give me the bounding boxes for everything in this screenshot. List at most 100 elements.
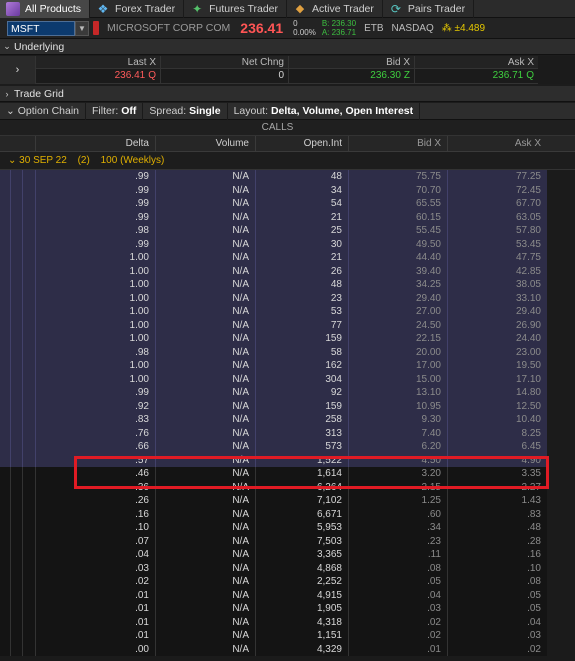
table-row[interactable]: .99 N/A 92 13.10 14.80 bbox=[0, 386, 575, 400]
bid-cell[interactable]: .23 bbox=[348, 534, 447, 548]
ask-cell[interactable]: 67.70 bbox=[447, 197, 547, 211]
bid-cell[interactable]: .03 bbox=[348, 602, 447, 616]
ask-cell[interactable]: .02 bbox=[447, 642, 547, 656]
ask-cell[interactable]: .05 bbox=[447, 602, 547, 616]
table-row[interactable]: .01 N/A 1,905.03.05 bbox=[0, 602, 575, 616]
ask-cell[interactable]: 72.45 bbox=[447, 183, 547, 197]
bid-cell[interactable]: 2.15 bbox=[348, 480, 447, 494]
table-row[interactable]: .83 N/A 258 9.30 10.40 bbox=[0, 413, 575, 427]
table-row[interactable]: .99 N/A 48 75.75 77.25 bbox=[0, 170, 575, 184]
ask-cell[interactable]: .16 bbox=[447, 548, 547, 562]
ask-cell[interactable]: 4.90 bbox=[447, 453, 547, 467]
bid-cell[interactable]: 9.30 bbox=[348, 413, 447, 427]
ask-cell[interactable]: 10.40 bbox=[447, 413, 547, 427]
bid-cell[interactable]: .01 bbox=[348, 642, 447, 656]
table-row[interactable]: 1.00 N/A 162 17.00 19.50 bbox=[0, 359, 575, 373]
bid-cell[interactable]: 24.50 bbox=[348, 318, 447, 332]
tab-pairs-trader[interactable]: ⟳ Pairs Trader bbox=[383, 0, 475, 18]
ask-cell[interactable]: 38.05 bbox=[447, 278, 547, 292]
header-ask[interactable]: Ask X bbox=[447, 136, 547, 152]
bid-cell[interactable]: 55.45 bbox=[348, 224, 447, 238]
layout-selector[interactable]: Layout: Delta, Volume, Open Interest bbox=[228, 102, 421, 120]
symbol-flag-icon[interactable] bbox=[93, 21, 99, 35]
bid-cell[interactable]: 7.40 bbox=[348, 426, 447, 440]
table-row[interactable]: .98 N/A 25 55.45 57.80 bbox=[0, 224, 575, 238]
ask-cell[interactable]: 8.25 bbox=[447, 426, 547, 440]
chevron-right-icon[interactable]: › bbox=[0, 56, 35, 84]
header-delta[interactable]: Delta bbox=[35, 136, 155, 152]
table-row[interactable]: .00 N/A 4,329.01.02 bbox=[0, 642, 575, 656]
table-row[interactable]: .16 N/A 6,671.60.83 bbox=[0, 507, 575, 521]
bid-cell[interactable]: 20.00 bbox=[348, 345, 447, 359]
bid-cell[interactable]: 17.00 bbox=[348, 359, 447, 373]
ask-cell[interactable]: 26.90 bbox=[447, 318, 547, 332]
bid-cell[interactable]: 39.40 bbox=[348, 264, 447, 278]
bid-cell[interactable]: 10.95 bbox=[348, 399, 447, 413]
bid-cell[interactable]: 49.50 bbox=[348, 237, 447, 251]
table-row[interactable]: 1.00 N/A 53 27.00 29.40 bbox=[0, 305, 575, 319]
table-row[interactable]: .99 N/A 34 70.70 72.45 bbox=[0, 183, 575, 197]
ask-cell[interactable]: .10 bbox=[447, 561, 547, 575]
table-row[interactable]: .02 N/A 2,252.05.08 bbox=[0, 575, 575, 589]
expiration-group-row[interactable]: ⌄ 30 SEP 22 (2) 100 (Weeklys) bbox=[0, 152, 575, 170]
ask-cell[interactable]: 63.05 bbox=[447, 210, 547, 224]
alert-indicator[interactable]: ⁂ ±4.489 bbox=[442, 23, 485, 34]
ask-cell[interactable]: 3.35 bbox=[447, 467, 547, 481]
table-row[interactable]: .99 N/A 21 60.15 63.05 bbox=[0, 210, 575, 224]
bid-cell[interactable]: 75.75 bbox=[348, 170, 447, 184]
table-row[interactable]: .36 N/A 6,264 2.15 2.27 bbox=[0, 480, 575, 494]
ask-cell[interactable]: 19.50 bbox=[447, 359, 547, 373]
table-row[interactable]: 1.00 N/A 77 24.50 26.90 bbox=[0, 318, 575, 332]
symbol-input[interactable]: MSFT bbox=[7, 20, 75, 36]
tab-forex-trader[interactable]: ❖ Forex Trader bbox=[90, 0, 185, 18]
table-row[interactable]: 1.00 N/A 304 15.00 17.10 bbox=[0, 372, 575, 386]
ask-cell[interactable]: 17.10 bbox=[447, 372, 547, 386]
bid-cell[interactable]: 1.25 bbox=[348, 494, 447, 508]
spread-selector[interactable]: Spread: Single bbox=[143, 102, 228, 120]
table-row[interactable]: .03 N/A 4,868.08.10 bbox=[0, 561, 575, 575]
option-chain-toggle[interactable]: ⌄ Option Chain bbox=[0, 102, 87, 120]
bid-cell[interactable]: .05 bbox=[348, 575, 447, 589]
ask-cell[interactable]: 29.40 bbox=[447, 305, 547, 319]
bid-cell[interactable]: 34.25 bbox=[348, 278, 447, 292]
table-row[interactable]: .99 N/A 54 65.55 67.70 bbox=[0, 197, 575, 211]
ask-cell[interactable]: 24.40 bbox=[447, 332, 547, 346]
ask-cell[interactable]: 77.25 bbox=[447, 170, 547, 184]
tab-active-trader[interactable]: ◆ Active Trader bbox=[287, 0, 383, 18]
header-volume[interactable]: Volume bbox=[155, 136, 255, 152]
table-row[interactable]: .99 N/A 30 49.50 53.45 bbox=[0, 237, 575, 251]
ask-cell[interactable]: 53.45 bbox=[447, 237, 547, 251]
table-row[interactable]: 1.00 N/A 21 44.40 47.75 bbox=[0, 251, 575, 265]
bid-cell[interactable]: .60 bbox=[348, 507, 447, 521]
table-row[interactable]: .01 N/A 1,151.02.03 bbox=[0, 629, 575, 643]
ask-cell[interactable]: 47.75 bbox=[447, 251, 547, 265]
ask-cell[interactable]: .04 bbox=[447, 615, 547, 629]
table-row[interactable]: .26 N/A 7,102 1.25 1.43 bbox=[0, 494, 575, 508]
bid-cell[interactable]: 29.40 bbox=[348, 291, 447, 305]
bid-cell[interactable]: 13.10 bbox=[348, 386, 447, 400]
bid-cell[interactable]: .02 bbox=[348, 629, 447, 643]
trade-grid-header[interactable]: › Trade Grid bbox=[0, 86, 575, 102]
ask-cell[interactable]: 1.43 bbox=[447, 494, 547, 508]
bid-cell[interactable]: 60.15 bbox=[348, 210, 447, 224]
bid-cell[interactable]: 4.50 bbox=[348, 453, 447, 467]
ask-cell[interactable]: .28 bbox=[447, 534, 547, 548]
table-row[interactable]: .01 N/A 4,318.02.04 bbox=[0, 615, 575, 629]
tab-all-products[interactable]: All Products bbox=[0, 0, 91, 18]
ask-cell[interactable]: .03 bbox=[447, 629, 547, 643]
table-row[interactable]: .66 N/A 573 6.20 6.45 bbox=[0, 440, 575, 454]
ask-cell[interactable]: 42.85 bbox=[447, 264, 547, 278]
bid-cell[interactable]: .04 bbox=[348, 588, 447, 602]
table-row[interactable]: 1.00 N/A 26 39.40 42.85 bbox=[0, 264, 575, 278]
ask-cell[interactable]: 2.27 bbox=[447, 480, 547, 494]
tab-futures-trader[interactable]: ✦ Futures Trader bbox=[184, 0, 288, 18]
ask-cell[interactable]: 6.45 bbox=[447, 440, 547, 454]
ask-cell[interactable]: 57.80 bbox=[447, 224, 547, 238]
symbol-dropdown-icon[interactable]: ▼ bbox=[75, 20, 89, 36]
bid-cell[interactable]: 15.00 bbox=[348, 372, 447, 386]
ask-cell[interactable]: 33.10 bbox=[447, 291, 547, 305]
underlying-section-header[interactable]: ⌄ Underlying bbox=[0, 39, 575, 55]
ask-cell[interactable]: .83 bbox=[447, 507, 547, 521]
bid-cell[interactable]: .11 bbox=[348, 548, 447, 562]
bid-cell[interactable]: .08 bbox=[348, 561, 447, 575]
